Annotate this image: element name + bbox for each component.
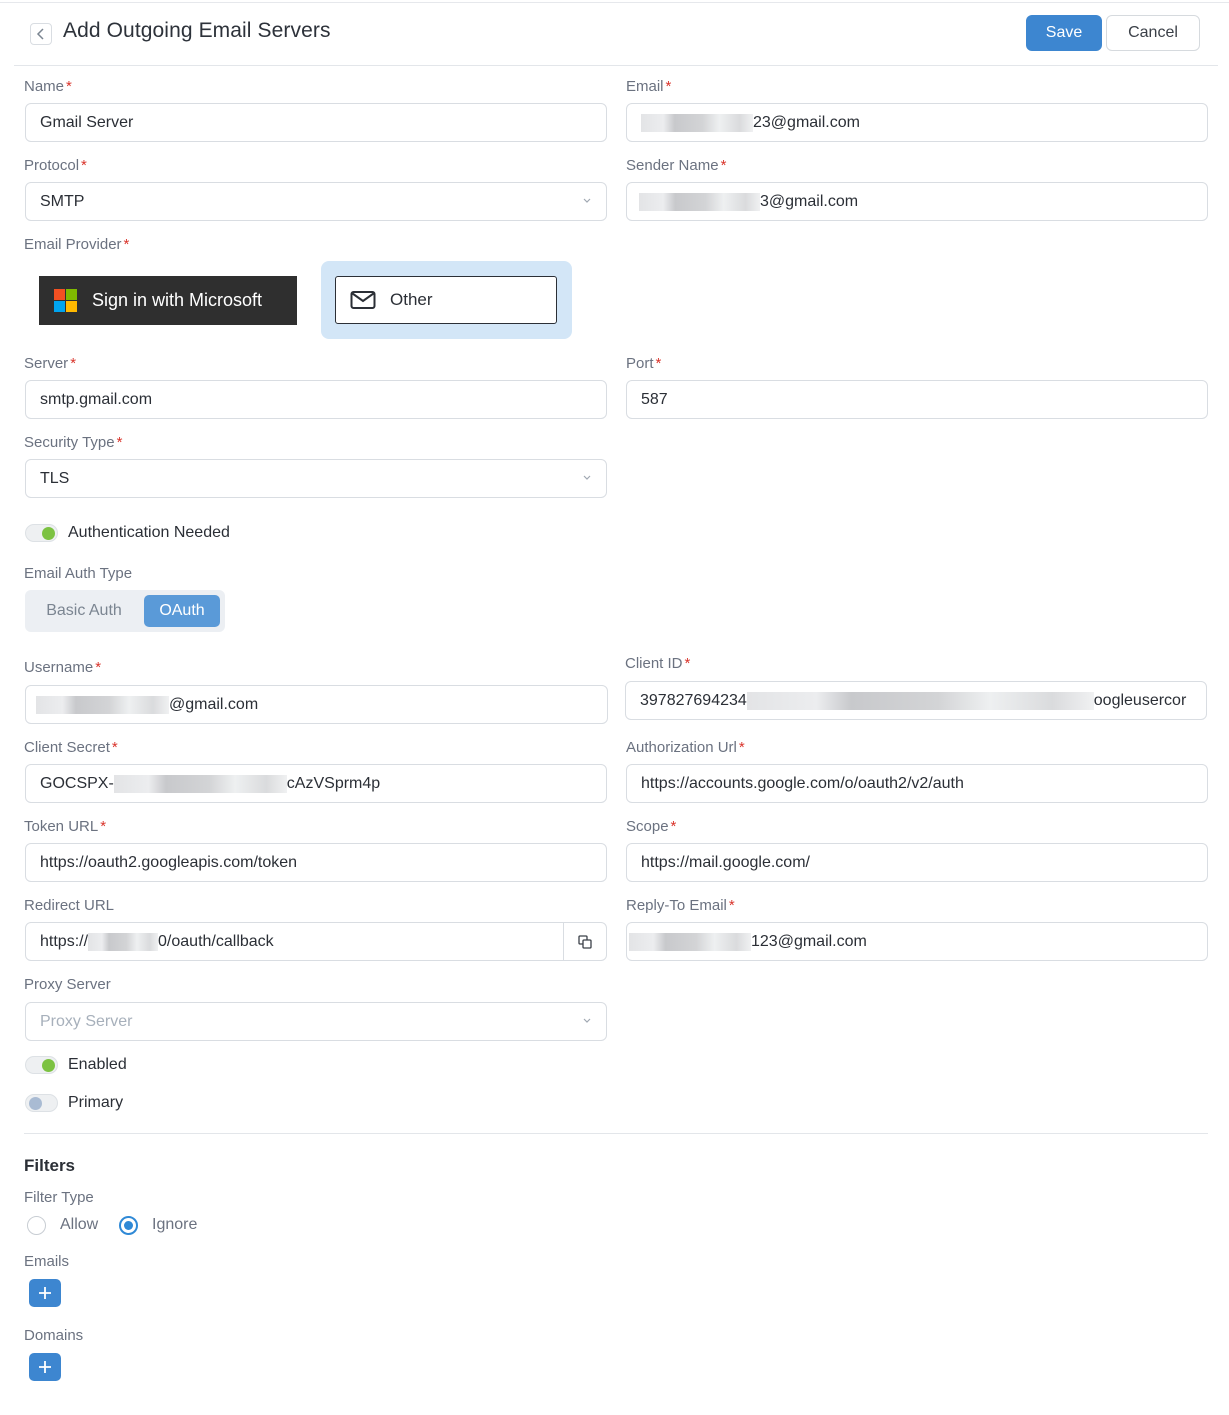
domains-label: Domains [24,1327,84,1344]
enabled-toggle[interactable] [25,1056,58,1074]
emails-label: Emails [24,1253,70,1270]
authorization-url-input[interactable]: https://accounts.google.com/o/oauth2/v2/… [626,764,1208,803]
primary-label: Primary [68,1094,124,1111]
toggle-knob [42,1059,55,1072]
email-provider-label: Email Provider * [24,236,130,253]
save-button[interactable]: Save [1026,15,1102,51]
filters-title: Filters [24,1156,76,1175]
scope-label: Scope * [626,818,677,835]
client-secret-label: Client Secret * [24,739,118,756]
name-input[interactable]: Gmail Server [25,103,607,142]
plus-icon [39,1287,51,1299]
sender-name-label: Sender Name * [626,157,727,174]
redacted-blur [639,192,760,211]
server-label: Server * [24,355,77,372]
email-label: Email * [626,78,672,95]
redacted-blur [641,113,753,132]
client-id-label: Client ID * [625,655,691,672]
microsoft-logo-icon [54,289,77,312]
primary-toggle[interactable] [25,1094,58,1112]
sign-in-microsoft-button[interactable]: Sign in with Microsoft [39,276,297,325]
redacted-blur [629,932,751,951]
server-input[interactable]: smtp.gmail.com [25,380,607,419]
allow-radio-label: Allow [60,1216,99,1233]
redacted-blur [88,932,159,951]
port-label: Port * [626,355,662,372]
name-label: Name * [24,78,72,95]
token-url-label: Token URL * [24,818,107,835]
allow-radio[interactable] [27,1216,46,1235]
authentication-needed-toggle[interactable] [25,524,58,542]
email-auth-type-label: Email Auth Type [24,565,133,582]
basic-auth-option[interactable]: Basic Auth [25,590,143,632]
page-title: Add Outgoing Email Servers [63,19,331,42]
other-provider-button[interactable]: Other [335,276,557,324]
plus-icon [39,1361,51,1373]
authorization-url-label: Authorization Url * [626,739,745,756]
client-secret-input[interactable]: GOCSPX-cAzVSprm4p [25,764,607,803]
security-type-select[interactable]: TLS [25,459,607,498]
ignore-radio[interactable] [119,1216,138,1235]
ignore-radio-label: Ignore [152,1216,198,1233]
authentication-needed-label: Authentication Needed [68,524,230,541]
copy-icon [578,934,592,949]
add-domain-button[interactable] [29,1353,61,1381]
username-label: Username * [24,659,102,676]
filter-type-label: Filter Type [24,1189,94,1206]
protocol-label: Protocol * [24,157,87,174]
oauth-option[interactable]: OAuth [144,595,220,627]
chevron-left-icon [36,28,44,40]
proxy-server-label: Proxy Server [24,976,111,993]
cancel-button[interactable]: Cancel [1106,15,1200,51]
proxy-server-select[interactable]: Proxy Server [25,1002,607,1041]
sender-name-input[interactable]: 3@gmail.com [626,182,1208,221]
port-input[interactable]: 587 [626,380,1208,419]
scope-input[interactable]: https://mail.google.com/ [626,843,1208,882]
chevron-down-icon [583,475,591,480]
protocol-select[interactable]: SMTP [25,182,607,221]
redacted-blur [113,774,287,793]
back-button[interactable] [30,23,52,45]
chevron-down-icon [583,1018,591,1023]
email-input[interactable]: 23@gmail.com [626,103,1208,142]
toggle-knob [29,1097,42,1110]
redacted-blur [36,695,169,714]
copy-redirect-url-button[interactable] [563,922,607,961]
reply-to-email-input[interactable]: 123@gmail.com [626,922,1208,961]
enabled-label: Enabled [68,1056,127,1073]
chevron-down-icon [583,198,591,203]
username-input[interactable]: @gmail.com [25,685,608,724]
other-provider-selected: Other [321,261,572,339]
page-header: Add Outgoing Email Servers Save Cancel [14,3,1218,66]
redirect-url-label: Redirect URL [24,897,115,914]
redacted-blur [746,691,1094,710]
add-email-button[interactable] [29,1279,61,1307]
reply-to-email-label: Reply-To Email * [626,897,735,914]
client-id-input[interactable]: 397827694234 oogleusercor [625,681,1207,720]
toggle-knob [42,527,55,540]
security-type-label: Security Type * [24,434,123,451]
envelope-icon [350,291,376,309]
token-url-input[interactable]: https://oauth2.googleapis.com/token [25,843,607,882]
section-divider [24,1133,1208,1134]
email-auth-type-segmented: Basic Auth OAuth [25,590,225,632]
redirect-url-input[interactable]: https://0/oauth/callback [25,922,564,961]
